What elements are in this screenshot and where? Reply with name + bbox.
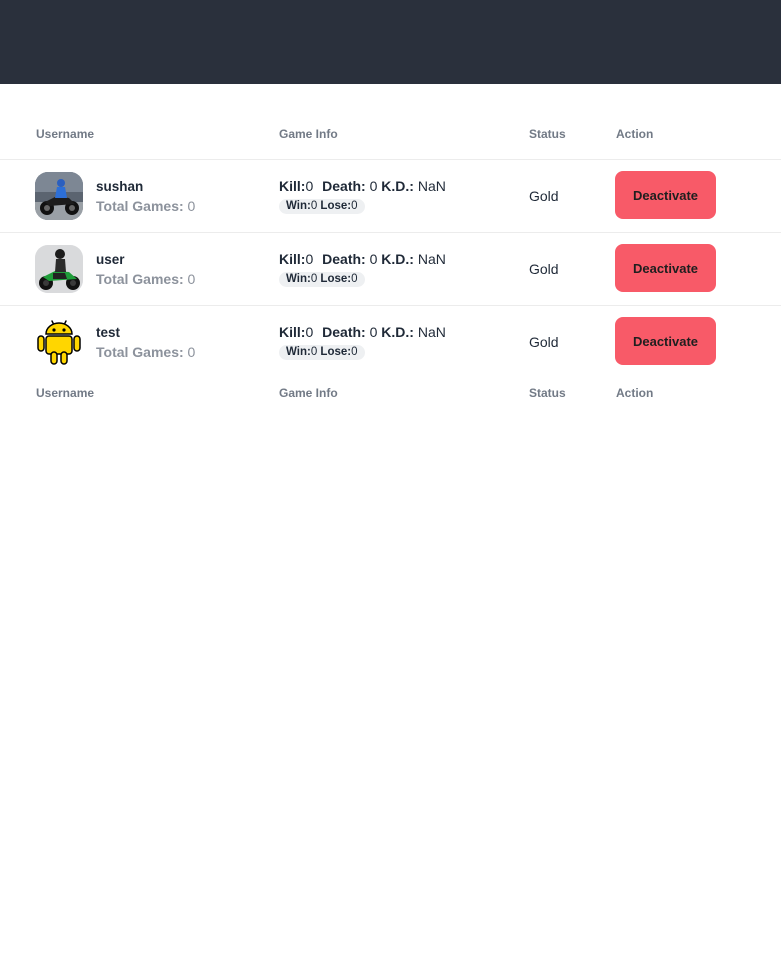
status-text: Gold: [529, 261, 559, 277]
deactivate-button[interactable]: Deactivate: [615, 171, 716, 219]
win-lose-badge: Win:0 Lose:0: [279, 199, 365, 214]
username: user: [96, 252, 125, 267]
game-stats: Kill:0 Death: 0 K.D.: NaN: [279, 251, 446, 267]
table-footer: Username Game Info Status Action: [0, 378, 781, 424]
top-navbar: [0, 0, 781, 84]
table-row: test Total Games: 0 Kill:0 Death: 0 K.D.…: [0, 305, 781, 378]
total-games: Total Games: 0: [96, 198, 196, 214]
total-games: Total Games: 0: [96, 271, 196, 287]
total-games: Total Games: 0: [96, 344, 196, 360]
footer-username: Username: [36, 386, 95, 400]
status-text: Gold: [529, 334, 559, 350]
deactivate-button[interactable]: Deactivate: [615, 317, 716, 365]
header-username: Username: [36, 127, 95, 141]
game-stats: Kill:0 Death: 0 K.D.: NaN: [279, 178, 446, 194]
header-action: Action: [616, 127, 654, 141]
android-robot-icon: [35, 318, 83, 366]
deactivate-button[interactable]: Deactivate: [615, 244, 716, 292]
table-row: sushan Total Games: 0 Kill:0 Death: 0 K.…: [0, 159, 781, 232]
header-game-info: Game Info: [279, 127, 338, 141]
avatar: [35, 245, 83, 293]
green-motorbike-photo: [35, 245, 83, 293]
footer-game-info: Game Info: [279, 386, 338, 400]
win-lose-badge: Win:0 Lose:0: [279, 272, 365, 287]
username: test: [96, 325, 121, 340]
avatar: [35, 172, 83, 220]
table-header: Username Game Info Status Action: [0, 84, 781, 159]
header-status: Status: [529, 127, 566, 141]
footer-status: Status: [529, 386, 566, 400]
win-lose-badge: Win:0 Lose:0: [279, 345, 365, 360]
table-row: user Total Games: 0 Kill:0 Death: 0 K.D.…: [0, 232, 781, 305]
status-text: Gold: [529, 188, 559, 204]
footer-action: Action: [616, 386, 654, 400]
game-stats: Kill:0 Death: 0 K.D.: NaN: [279, 324, 446, 340]
avatar: [35, 318, 83, 366]
motorbike-rider-photo: [35, 172, 83, 220]
users-table: Username Game Info Status Action sushan …: [0, 84, 781, 424]
username: sushan: [96, 179, 144, 194]
